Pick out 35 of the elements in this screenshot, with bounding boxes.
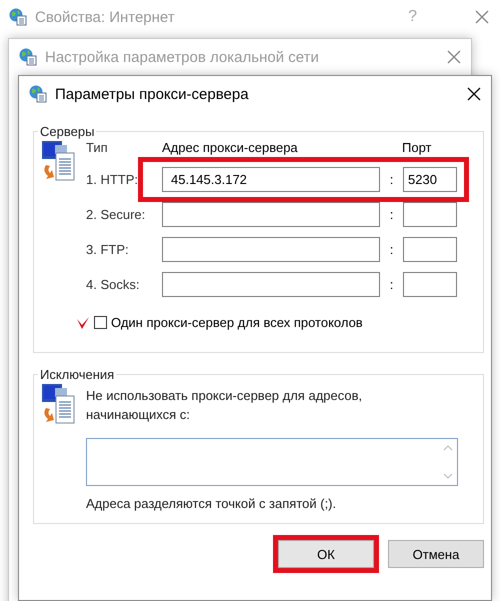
- checkbox[interactable]: [94, 316, 107, 329]
- colon-separator: :: [388, 207, 394, 222]
- protocol-label: 3. FTP:: [86, 242, 130, 257]
- colon-separator: :: [388, 172, 394, 187]
- address-field[interactable]: [162, 272, 380, 297]
- column-header: Адрес прокси-сервера: [162, 140, 299, 154]
- colon-separator: :: [388, 242, 394, 257]
- window-title: Настройка параметров локальной сети: [45, 48, 320, 66]
- protocol-label: 4. Socks:: [86, 277, 140, 292]
- port-field[interactable]: 5230: [403, 167, 457, 192]
- dialog-button[interactable]: Отмена: [388, 540, 484, 568]
- window-title: Свойства: Интернет: [35, 8, 176, 26]
- globe-icon: [19, 48, 37, 66]
- group-label: Исключения: [39, 367, 116, 382]
- globe-icon: [9, 8, 27, 26]
- column-header: Тип: [86, 140, 109, 154]
- port-field[interactable]: [403, 237, 457, 262]
- port-field[interactable]: [403, 272, 457, 297]
- address-field[interactable]: [162, 202, 380, 227]
- checkbox-label: Один прокси-сервер для всех протоколов: [111, 315, 363, 330]
- column-header: Порт: [402, 140, 432, 154]
- port-field[interactable]: [403, 202, 457, 227]
- address-field[interactable]: 45.145.3.172: [162, 167, 380, 192]
- computer-icon: [40, 382, 76, 426]
- protocol-label: 2. Secure:: [86, 207, 146, 222]
- close-icon[interactable]: [467, 87, 481, 101]
- dialog-title: Параметры прокси-сервера: [55, 86, 250, 102]
- colon-separator: :: [388, 277, 394, 292]
- group-label: Серверы: [39, 124, 96, 139]
- hint-text: Адреса разделяются точкой с запятой (;).: [86, 496, 338, 511]
- protocol-label: 1. HTTP:: [86, 172, 140, 187]
- description-text: Не использовать прокси-сервер для адресов, начинающихся с:: [86, 387, 364, 424]
- address-field[interactable]: [162, 237, 380, 262]
- computer-icon: [40, 139, 76, 183]
- globe-icon: [29, 85, 47, 103]
